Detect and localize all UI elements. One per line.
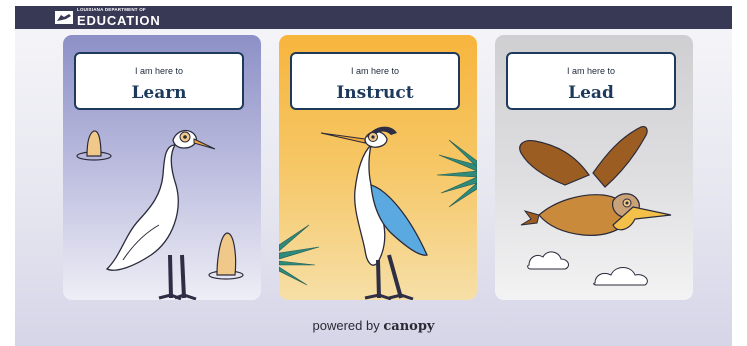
- learn-card[interactable]: I am here to Learn: [63, 35, 261, 300]
- pelican-illustration: [519, 126, 672, 286]
- cloud-right-icon: [593, 267, 648, 286]
- ldoe-logo[interactable]: LOUISIANA DEPARTMENT OF EDUCATION: [55, 8, 161, 28]
- powered-by-footer: powered by canopy: [0, 318, 747, 334]
- learn-label-box[interactable]: I am here to Learn: [74, 52, 244, 110]
- role-selection-stage: I am here to Learn I am here to Instruct…: [15, 29, 732, 346]
- cypress-knee-right-icon: [208, 232, 244, 280]
- palmetto-right-icon: [436, 139, 477, 208]
- egret-illustration: [76, 129, 244, 300]
- top-bar: LOUISIANA DEPARTMENT OF EDUCATION: [15, 6, 732, 29]
- instruct-subtitle: I am here to: [350, 66, 400, 76]
- instruct-label-box[interactable]: I am here to Instruct: [290, 52, 460, 110]
- heron-illustration: [279, 126, 477, 300]
- pelican-logo-icon: [55, 11, 73, 24]
- lead-subtitle: I am here to: [566, 66, 616, 76]
- learn-title: Learn: [131, 83, 187, 103]
- instruct-card[interactable]: I am here to Instruct: [279, 35, 477, 300]
- cypress-knee-left-icon: [76, 130, 112, 161]
- lead-title: Lead: [568, 83, 614, 103]
- lead-label-box[interactable]: I am here to Lead: [506, 52, 676, 110]
- canopy-brand[interactable]: canopy: [383, 319, 434, 334]
- cloud-left-icon: [527, 251, 569, 270]
- instruct-title: Instruct: [336, 83, 414, 103]
- footer-prefix: powered by: [312, 318, 380, 333]
- lead-card[interactable]: I am here to Lead: [495, 35, 693, 300]
- logo-big-text: EDUCATION: [77, 12, 161, 28]
- learn-subtitle: I am here to: [134, 66, 184, 76]
- palmetto-left-icon: [279, 224, 320, 286]
